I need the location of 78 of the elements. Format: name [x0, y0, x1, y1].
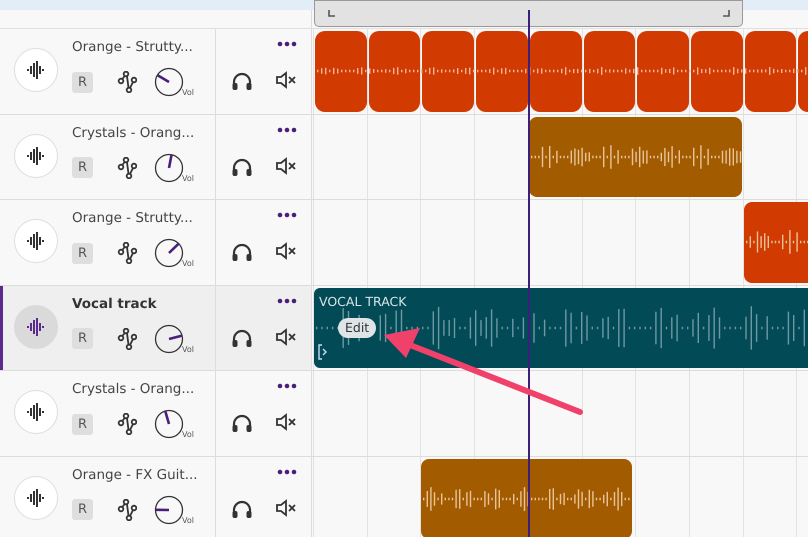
mute-icon[interactable]	[275, 71, 297, 89]
mute-icon[interactable]	[275, 328, 297, 346]
trim-icon[interactable]	[318, 344, 328, 360]
track-type-button[interactable]	[14, 476, 58, 520]
loop-segment[interactable]	[422, 31, 474, 112]
track-name: Orange - Strutty...	[72, 39, 194, 55]
headphones-icon[interactable]	[231, 242, 253, 262]
track-type-button[interactable]	[14, 48, 58, 92]
loop-segment[interactable]	[637, 31, 689, 112]
record-button[interactable]: R	[72, 499, 93, 520]
volume-knob[interactable]	[154, 409, 184, 439]
record-button[interactable]: R	[72, 157, 93, 178]
nodes-icon[interactable]	[117, 328, 137, 350]
nodes-icon[interactable]	[117, 413, 137, 435]
track-header[interactable]: Vocal track R Vol	[0, 286, 312, 370]
nodes-icon[interactable]	[117, 156, 137, 178]
nodes-icon[interactable]	[117, 71, 137, 93]
waveform-icon	[26, 61, 46, 79]
mute-icon[interactable]	[275, 498, 297, 516]
volume-label: Vol	[182, 259, 194, 268]
record-button[interactable]: R	[72, 414, 93, 434]
track-name: Crystals - Orang...	[72, 124, 196, 140]
track-name: Orange - Strutty...	[72, 210, 194, 226]
mute-icon[interactable]	[275, 413, 297, 431]
vocal-clip[interactable]: VOCAL TRACK Edit	[314, 288, 808, 368]
bracket-icon	[722, 10, 730, 18]
headphones-icon[interactable]	[231, 328, 253, 348]
nodes-icon[interactable]	[117, 242, 137, 264]
loop-segment[interactable]	[744, 31, 796, 112]
volume-knob[interactable]	[154, 324, 184, 354]
more-icon[interactable]	[277, 468, 297, 474]
edit-button[interactable]: Edit	[338, 318, 376, 338]
audio-clip[interactable]	[528, 116, 742, 197]
waveform-icon	[26, 318, 46, 336]
track-type-button[interactable]	[14, 219, 58, 263]
volume-knob[interactable]	[154, 238, 184, 268]
track-name: Vocal track	[72, 296, 158, 312]
volume-label: Vol	[182, 88, 194, 97]
waveform-icon	[26, 403, 46, 421]
audio-clip[interactable]	[421, 458, 632, 537]
mute-icon[interactable]	[275, 242, 297, 260]
waveform-icon	[26, 232, 46, 250]
loop-segment[interactable]	[584, 31, 636, 112]
volume-knob[interactable]	[154, 494, 184, 524]
volume-knob[interactable]	[154, 152, 184, 182]
record-button[interactable]: R	[72, 72, 93, 92]
more-icon[interactable]	[277, 383, 297, 389]
clip-title: VOCAL TRACK	[319, 294, 406, 308]
loop-segment[interactable]	[690, 31, 743, 112]
track-type-button[interactable]	[14, 134, 58, 178]
headphones-icon[interactable]	[231, 156, 253, 176]
more-icon[interactable]	[277, 41, 297, 47]
track-name: Orange - FX Guit...	[72, 466, 199, 482]
headphones-icon[interactable]	[231, 71, 253, 91]
waveform-icon	[26, 488, 46, 506]
headphones-icon[interactable]	[231, 498, 253, 518]
loop-segment[interactable]	[315, 31, 367, 112]
record-button[interactable]: R	[72, 328, 93, 349]
nodes-icon[interactable]	[117, 498, 137, 520]
record-button[interactable]: R	[72, 242, 93, 264]
waveform-icon	[26, 146, 46, 164]
track-type-button[interactable]	[14, 390, 58, 434]
track-type-button[interactable]	[14, 304, 58, 348]
volume-label: Vol	[182, 344, 194, 354]
volume-label: Vol	[182, 516, 194, 524]
mute-icon[interactable]	[275, 156, 297, 174]
volume-label: Vol	[182, 174, 194, 182]
track-name: Crystals - Orang...	[72, 381, 196, 397]
loop-segment[interactable]	[530, 31, 582, 112]
loop-segment[interactable]	[476, 31, 528, 112]
more-icon[interactable]	[277, 212, 297, 218]
loop-segment[interactable]	[368, 31, 420, 112]
more-icon[interactable]	[277, 298, 297, 304]
headphones-icon[interactable]	[231, 413, 253, 433]
more-icon[interactable]	[277, 126, 297, 132]
volume-label: Vol	[182, 430, 194, 439]
bracket-icon	[328, 10, 336, 18]
volume-knob[interactable]	[154, 67, 184, 97]
